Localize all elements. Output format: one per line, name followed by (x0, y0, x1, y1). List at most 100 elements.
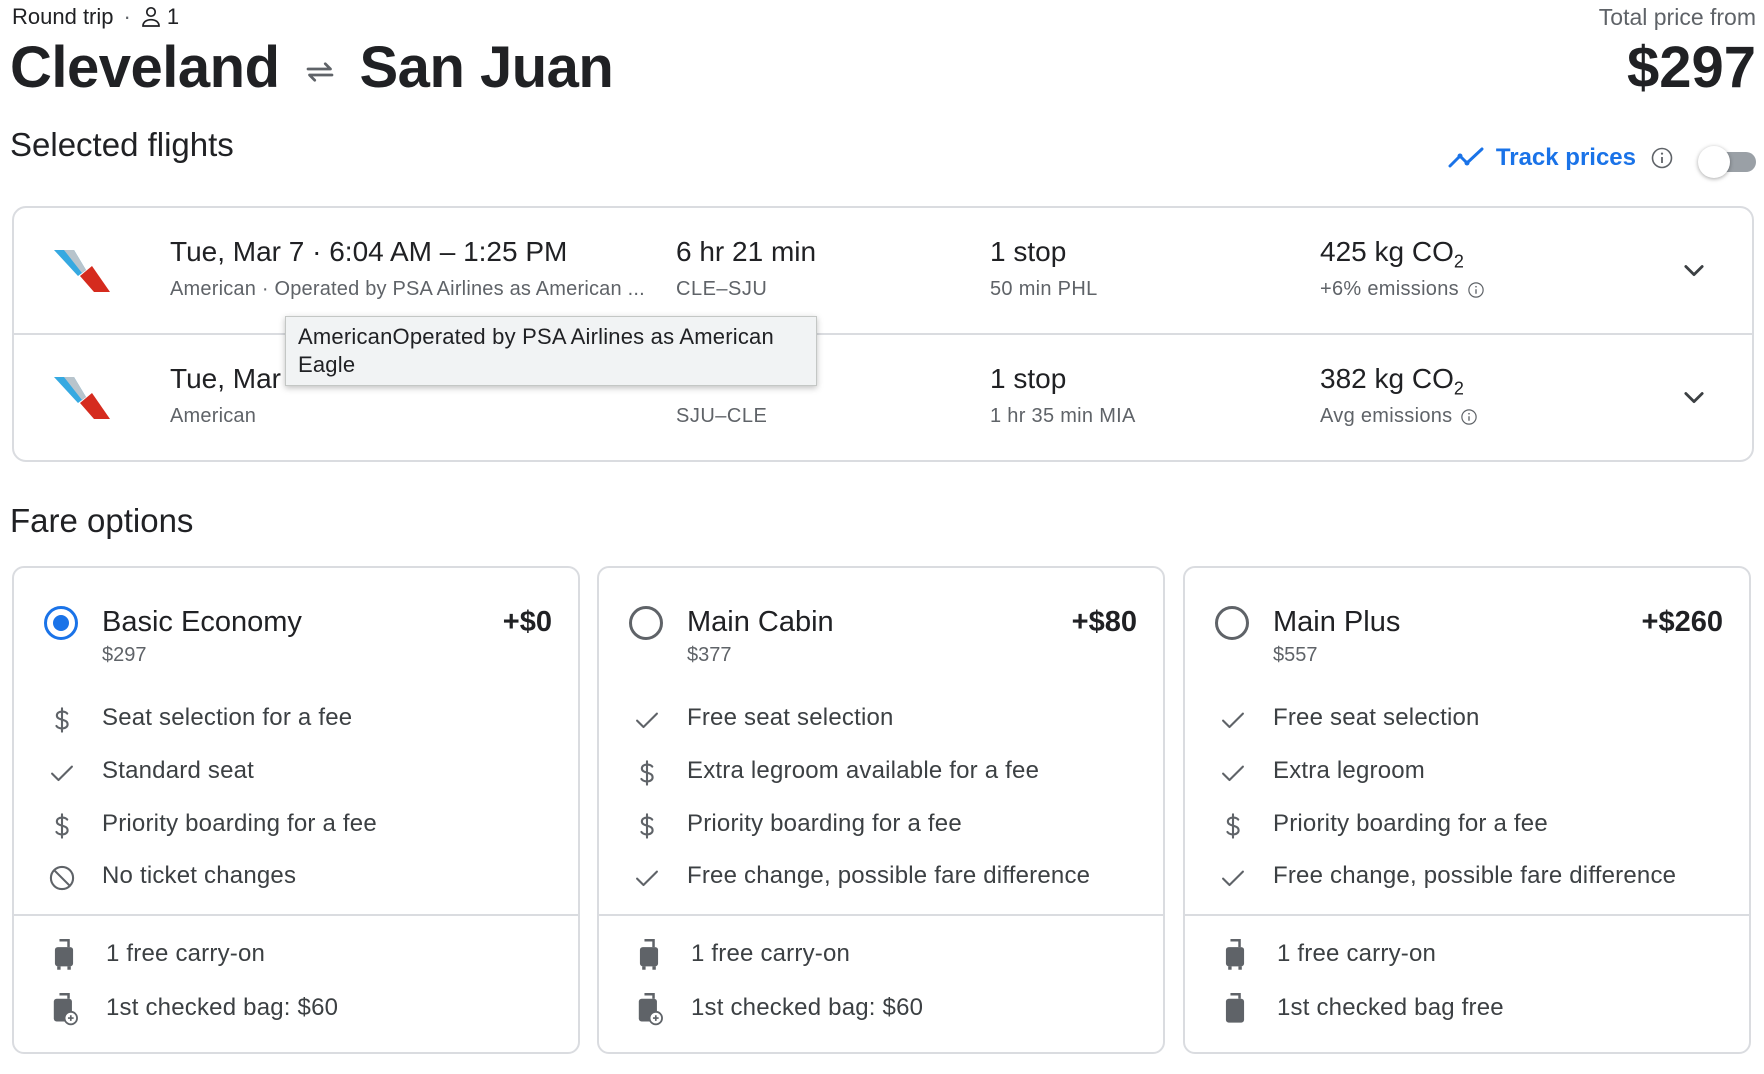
flight-row-outbound[interactable]: Tue, Mar 7 · 6:04 AM – 1:25 PM American … (14, 208, 1752, 335)
flight-layover: 1 hr 35 min MIA (990, 405, 1136, 427)
checked-bag-icon (1221, 992, 1249, 1026)
trending-icon (1448, 147, 1484, 168)
fare-feature: Extra legroom (1185, 753, 1749, 793)
bag-allowance: 1st checked bag free (1185, 988, 1749, 1028)
carry-on-icon (635, 938, 663, 972)
fare-feature: Extra legroom available for a fee (599, 753, 1163, 793)
flight-co2: 425 kg CO2 (1320, 236, 1464, 273)
fare-feature-text: Free seat selection (687, 704, 894, 731)
selected-flights-title: Selected flights (10, 126, 234, 163)
bag-allowance: 1 free carry-on (599, 934, 1163, 974)
fare-base-price: $557 (1273, 644, 1318, 666)
flight-row-return[interactable]: Tue, Mar American SJU–CLE 1 stop 1 hr 35… (14, 335, 1752, 462)
fare-radio[interactable] (629, 606, 663, 640)
fare-feature: Seat selection for a fee (14, 700, 578, 740)
bag-text: 1st checked bag: $60 (691, 994, 924, 1021)
emissions-label: +6% emissions (1320, 278, 1459, 300)
info-icon[interactable] (1650, 146, 1674, 170)
fare-base-price: $377 (687, 644, 732, 666)
bag-text: 1st checked bag free (1277, 994, 1504, 1021)
flight-co2: 382 kg CO2 (1320, 363, 1464, 400)
fare-card-main-plus[interactable]: Main Plus $557 +$260 Free seat selection… (1183, 566, 1751, 1054)
dollar-icon (633, 812, 661, 840)
route-title: Cleveland San Juan (10, 34, 614, 101)
total-price: $297 (1626, 35, 1756, 100)
co2-subscript: 2 (1453, 251, 1464, 272)
track-prices-toggle[interactable] (1698, 146, 1756, 178)
passenger-count-value: 1 (166, 4, 180, 29)
fare-feature: Free seat selection (599, 700, 1163, 740)
check-icon (1219, 759, 1247, 787)
fare-radio[interactable] (1215, 606, 1249, 640)
fare-name: Main Plus (1273, 606, 1401, 638)
fare-feature: Standard seat (14, 753, 578, 793)
fare-options-title: Fare options (10, 502, 194, 539)
divider (1185, 914, 1749, 916)
fare-feature: Priority boarding for a fee (599, 806, 1163, 846)
divider (14, 914, 578, 916)
bag-allowance: 1st checked bag: $60 (14, 988, 578, 1028)
flight-emissions: Avg emissions (1320, 405, 1478, 428)
flight-stops: 1 stop (990, 236, 1067, 267)
bag-text: 1 free carry-on (691, 940, 851, 967)
fare-feature: No ticket changes (14, 858, 578, 898)
fare-feature-text: No ticket changes (102, 862, 297, 889)
bag-text: 1 free carry-on (106, 940, 266, 967)
person-icon (141, 6, 160, 27)
info-icon[interactable] (1460, 408, 1478, 426)
fare-price-delta: +$260 (1641, 606, 1723, 638)
check-icon (48, 759, 76, 787)
fare-feature-text: Extra legroom available for a fee (687, 757, 1040, 784)
destination-city: San Juan (359, 35, 614, 100)
flight-date-time: Tue, Mar 7 · 6:04 AM – 1:25 PM (170, 236, 568, 267)
trip-type[interactable]: Round trip (12, 4, 114, 30)
fare-feature: Priority boarding for a fee (14, 806, 578, 846)
fare-feature-text: Standard seat (102, 757, 255, 784)
fare-radio-selected[interactable] (44, 606, 78, 640)
co2-subscript: 2 (1453, 378, 1464, 399)
carry-on-icon (1221, 938, 1249, 972)
toggle-knob (1698, 146, 1730, 178)
bag-text: 1st checked bag: $60 (106, 994, 339, 1021)
fare-feature-text: Priority boarding for a fee (687, 810, 962, 837)
track-prices-control[interactable]: Track prices (1448, 144, 1674, 172)
chevron-down-icon[interactable] (1680, 256, 1708, 284)
check-icon (633, 864, 661, 892)
flight-airline: American · Operated by PSA Airlines as A… (170, 278, 645, 300)
fare-feature-text: Priority boarding for a fee (1273, 810, 1548, 837)
fare-feature: Priority boarding for a fee (1185, 806, 1749, 846)
emissions-label: Avg emissions (1320, 405, 1453, 427)
carry-on-icon (50, 938, 78, 972)
fare-name: Basic Economy (102, 606, 302, 638)
fare-feature-text: Free change, possible fare difference (687, 862, 1091, 889)
fare-name: Main Cabin (687, 606, 834, 638)
fare-feature: Free seat selection (1185, 700, 1749, 740)
check-icon (633, 706, 661, 734)
track-prices-label[interactable]: Track prices (1496, 144, 1636, 172)
fare-feature-text: Free change, possible fare difference (1273, 862, 1677, 889)
fare-feature: Free change, possible fare difference (1185, 858, 1749, 898)
flight-duration: 6 hr 21 min (676, 236, 817, 267)
fare-card-main-cabin[interactable]: Main Cabin $377 +$80 Free seat selection… (597, 566, 1165, 1054)
checked-bag-fee-icon (50, 992, 78, 1026)
trip-summary: Round trip · 1 (12, 4, 179, 30)
info-icon[interactable] (1467, 281, 1485, 299)
checked-bag-fee-icon (635, 992, 663, 1026)
divider (599, 914, 1163, 916)
fare-feature-text: Priority boarding for a fee (102, 810, 377, 837)
fare-card-basic-economy[interactable]: Basic Economy $297 +$0 Seat selection fo… (12, 566, 580, 1054)
co2-value: 382 kg CO (1320, 363, 1454, 394)
fare-base-price: $297 (102, 644, 147, 666)
fare-feature-text: Extra legroom (1273, 757, 1425, 784)
chevron-down-icon[interactable] (1680, 383, 1708, 411)
fare-feature-text: Seat selection for a fee (102, 704, 353, 731)
fare-price-delta: +$0 (502, 606, 552, 638)
round-trip-arrows-icon (306, 61, 333, 82)
passenger-count[interactable]: 1 (141, 4, 179, 30)
dollar-icon (48, 812, 76, 840)
separator-dot: · (123, 4, 131, 29)
bag-allowance: 1 free carry-on (14, 934, 578, 974)
flight-route: SJU–CLE (676, 405, 768, 427)
flight-stops: 1 stop (990, 363, 1067, 394)
american-airlines-logo (52, 363, 118, 429)
